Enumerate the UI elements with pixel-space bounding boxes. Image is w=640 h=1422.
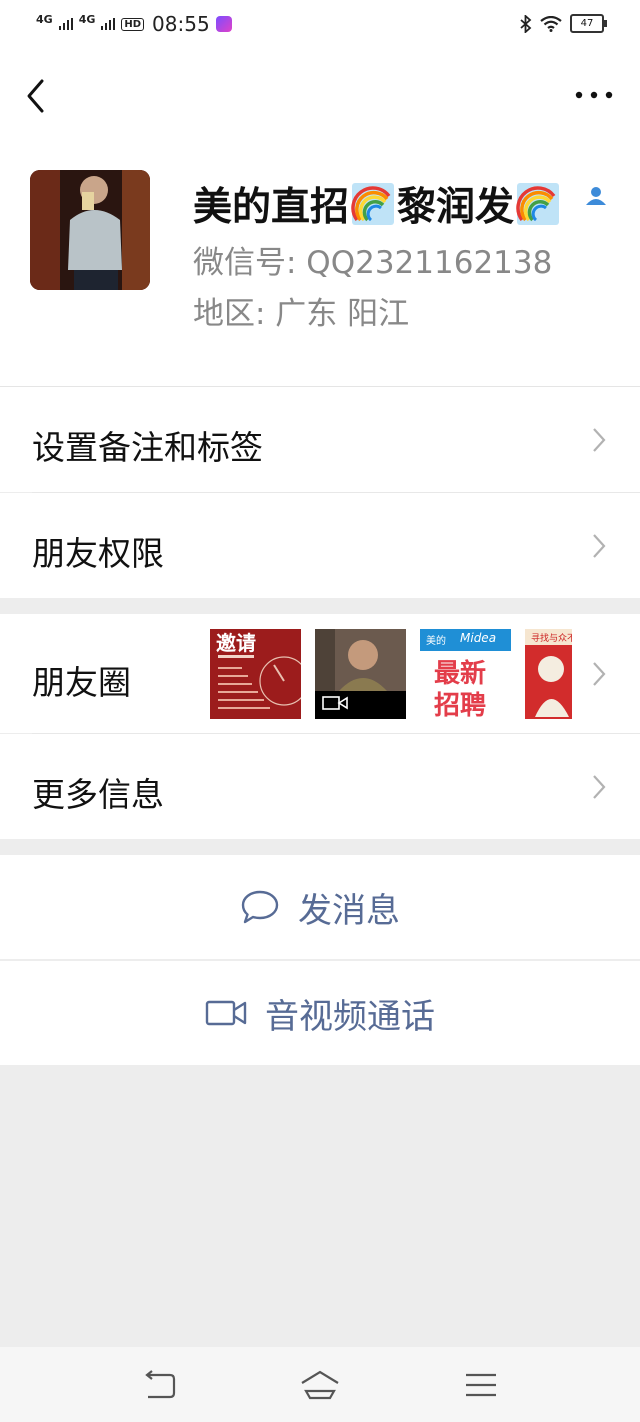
row-moments-label: 朋友圈 [32,663,131,702]
chevron-left-icon[interactable] [22,78,52,114]
row-permissions[interactable]: 朋友权限 [0,493,640,598]
gender-user-icon [586,187,606,205]
moment-thumb-3-brand-left: 美的 [426,636,446,647]
video-call-button[interactable]: 音视频通话 [0,961,640,1065]
back-nav-icon[interactable] [140,1369,180,1401]
home-nav-icon[interactable] [300,1369,340,1401]
menu-nav-icon[interactable] [461,1369,501,1401]
signal-bars-icon [101,18,116,30]
row-remark-tags[interactable]: 设置备注和标签 [0,387,640,492]
status-left: 4G 4G HD 08:55 [36,12,232,36]
region: 地区: 广东 阳江 [193,296,410,332]
moment-thumb-3-brand-right: Midea [460,631,497,645]
clock: 08:55 [152,12,210,36]
row-more-info-label: 更多信息 [32,775,164,814]
video-call-content: 音视频通话 [0,961,640,1065]
row-moments[interactable]: 朋友圈 邀请 美的 Midea 最新 招聘 寻找与众不 [0,614,640,733]
battery-indicator: 47 [570,14,607,33]
top-nav [0,48,640,138]
system-nav-bar [0,1347,640,1422]
bluetooth-icon [520,14,532,33]
chevron-right-icon [593,662,606,686]
status-bar: 4G 4G HD 08:55 47 [0,0,640,48]
moment-thumb-video[interactable] [315,629,406,719]
rainbow-emoji-icon [516,183,560,225]
chevron-right-icon [593,534,606,558]
hd-badge: HD [121,17,145,31]
moment-thumb-recruitment[interactable]: 美的 Midea 最新 招聘 [420,629,511,719]
row-more-info[interactable]: 更多信息 [0,734,640,839]
signal-label-2: 4G [78,12,96,26]
avatar-photo [30,170,150,290]
chevron-right-icon [593,775,606,799]
send-message-button[interactable]: 发消息 [0,855,640,959]
moment-thumb-1-title: 邀请 [216,631,256,655]
wifi-icon [540,15,562,32]
avatar[interactable] [30,170,150,290]
status-right: 47 [520,14,607,33]
signal-label-1: 4G [36,12,53,26]
video-call-label: 音视频通话 [265,996,435,1037]
display-name-part-1: 美的直招 [193,185,350,230]
moments-thumbnails: 邀请 美的 Midea 最新 招聘 寻找与众不 [210,629,572,719]
chat-bubble-icon [241,890,279,924]
app-notification-icon [215,16,232,32]
signal-bars-icon [58,18,73,30]
moment-thumb-3-line2: 招聘 [434,691,487,719]
profile-header: 美的直招 黎润发 微信号: QQ2321162138 地区: 广东 阳江 [0,138,640,386]
chevron-right-icon [593,428,606,452]
more-dots-icon[interactable] [574,88,614,102]
moment-thumb-poster[interactable]: 寻找与众不 [525,629,572,719]
moment-thumb-invitation[interactable]: 邀请 [210,629,301,719]
row-permissions-label: 朋友权限 [32,534,164,573]
display-name: 美的直招 黎润发 [193,176,562,232]
display-name-part-2: 黎润发 [397,185,515,230]
rainbow-emoji-icon [351,183,395,225]
row-remark-tags-label: 设置备注和标签 [32,428,263,467]
send-message-label: 发消息 [298,890,400,931]
wechat-id: 微信号: QQ2321162138 [193,245,553,281]
send-message-content: 发消息 [0,855,640,959]
video-camera-icon [205,1000,247,1026]
